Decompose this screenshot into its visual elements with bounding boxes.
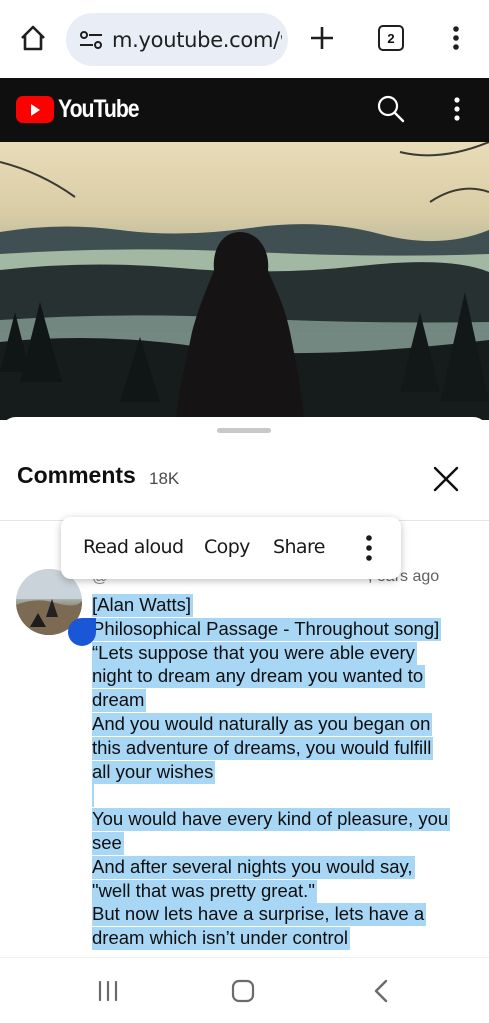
comment-line: Philosophical Passage - Throughout song] xyxy=(92,617,442,641)
comment-line: "well that was pretty great." xyxy=(92,879,317,903)
comment-line: all your wishes xyxy=(92,760,216,784)
recents-icon[interactable] xyxy=(93,976,123,1006)
comment-line: And after several nights you would say, xyxy=(92,855,415,879)
share-button[interactable]: Share xyxy=(273,536,325,558)
text-selection-menu: Read aloud Copy Share xyxy=(61,517,401,579)
video-frame xyxy=(0,142,489,420)
more-vert-icon xyxy=(453,26,459,50)
comment-line: “Lets suppose that you were able every xyxy=(92,641,417,665)
site-settings-icon[interactable] xyxy=(78,29,104,51)
comment-list: @ , ears ago [Alan Watts] Philosophical … xyxy=(0,521,489,957)
drag-handle[interactable] xyxy=(217,428,271,433)
browser-toolbar: m.youtube.com/w 2 xyxy=(0,0,489,78)
video-player[interactable] xyxy=(0,142,489,420)
comment-line: And you would naturally as you began on xyxy=(92,712,433,736)
youtube-header: YouTube xyxy=(0,78,489,142)
plus-icon xyxy=(311,27,333,49)
comment-line: this adventure of dreams, you would fulf… xyxy=(92,736,434,760)
comment-line: dream xyxy=(92,689,147,713)
youtube-wordmark: YouTube xyxy=(58,95,140,123)
comment-line: [Alan Watts] xyxy=(92,594,194,617)
comments-title: Comments xyxy=(17,462,136,488)
read-aloud-button[interactable]: Read aloud xyxy=(83,536,184,558)
comment-line: night to dream any dream you wanted to xyxy=(92,665,426,689)
address-bar[interactable]: m.youtube.com/w xyxy=(66,13,288,66)
browser-menu-button[interactable] xyxy=(440,22,472,54)
comments-panel: Comments 18K @ , ears ago [Alan Watts] P… xyxy=(0,417,489,957)
home-icon[interactable] xyxy=(228,976,258,1006)
youtube-logo[interactable]: YouTube xyxy=(16,95,153,124)
system-nav-bar xyxy=(0,957,489,1023)
selection-handle[interactable] xyxy=(68,618,96,646)
url-text: m.youtube.com/w xyxy=(112,27,282,52)
comment-line: But now lets have a surprise, lets have … xyxy=(92,903,427,927)
comment-text[interactable]: [Alan Watts] Philosophical Passage - Thr… xyxy=(92,593,467,951)
back-icon[interactable] xyxy=(367,976,397,1006)
comment-line: dream which isn’t under control xyxy=(92,927,351,951)
close-icon[interactable] xyxy=(428,461,464,497)
comment-line: see xyxy=(92,831,124,855)
comment-line: You would have every kind of pleasure, y… xyxy=(92,808,451,832)
copy-button[interactable]: Copy xyxy=(204,536,250,558)
search-icon[interactable] xyxy=(375,93,407,125)
home-button[interactable] xyxy=(17,22,49,54)
tab-count: 2 xyxy=(378,25,404,51)
youtube-play-icon xyxy=(16,96,54,123)
tab-switcher-button[interactable]: 2 xyxy=(375,22,407,54)
home-icon xyxy=(21,25,45,51)
comments-count: 18K xyxy=(149,469,180,488)
new-tab-button[interactable] xyxy=(306,22,338,54)
comment-line xyxy=(92,783,467,808)
more-vert-icon[interactable] xyxy=(359,533,379,563)
more-vert-icon[interactable] xyxy=(441,93,473,125)
